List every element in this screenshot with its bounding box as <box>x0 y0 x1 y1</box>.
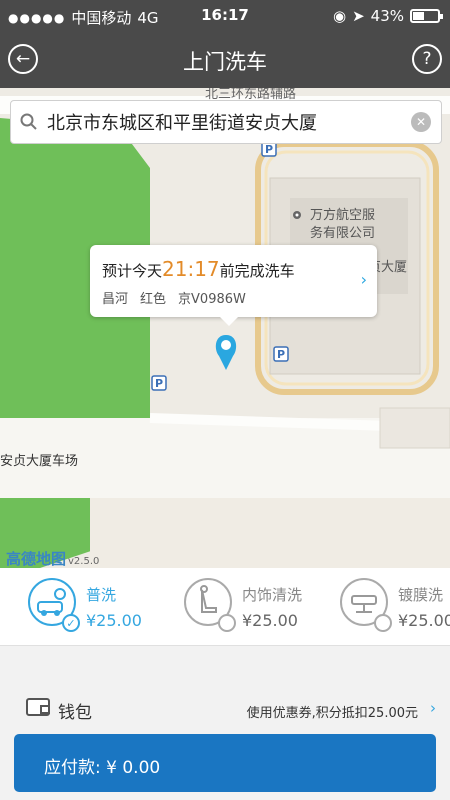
radio-icon <box>218 614 236 632</box>
map-provider-logo: 高德地图 v2.5.0 <box>6 550 100 568</box>
nav-bar: ← 上门洗车 ? <box>0 32 450 88</box>
battery-icon <box>410 9 443 23</box>
building-block <box>379 407 450 449</box>
service-option-interior-clean[interactable]: 内饰清洗 ¥25.00 <box>184 578 344 638</box>
eta-text: 预计今天 21:17 前完成洗车 <box>102 257 295 281</box>
clear-input-icon[interactable]: ✕ <box>411 112 431 132</box>
parking-sign-icon: P <box>151 375 167 391</box>
location-icon: ➤ <box>352 7 365 25</box>
map-version: v2.5.0 <box>68 556 100 567</box>
map-view[interactable]: P P P 北三环东路辅路 万方航空服务有限公司 贞大厦 安贞大厦车场 <box>0 88 450 568</box>
service-option-coating-wash[interactable]: 镀膜洗 ¥25.00 <box>340 578 450 638</box>
service-name: 内饰清洗 <box>242 586 303 604</box>
address-search-box[interactable]: ✕ <box>10 100 442 144</box>
amount-due-label: 应付款: ¥ 0.00 <box>44 758 161 778</box>
coupon-points-text: 使用优惠券,积分抵扣25.00元 <box>246 706 418 721</box>
battery-percent: 43% <box>370 7 404 25</box>
check-icon: ✓ <box>62 614 80 632</box>
wallet-row[interactable]: 钱包 使用优惠券,积分抵扣25.00元 › <box>0 684 450 732</box>
rotation-lock-icon: ◉ <box>332 7 347 25</box>
service-price: ¥25.00 <box>86 611 142 630</box>
car-plate: 京V0986W <box>178 292 246 307</box>
service-name: 镀膜洗 <box>398 586 444 604</box>
service-option-basic-wash[interactable]: ✓ 普洗 ¥25.00 <box>28 578 188 638</box>
service-selector: ✓ 普洗 ¥25.00 内饰清洗 ¥25.00 镀膜洗 ¥25.00 <box>0 568 450 646</box>
service-name: 普洗 <box>86 586 117 604</box>
wallet-label: 钱包 <box>58 703 92 723</box>
address-input[interactable] <box>47 111 411 133</box>
service-price: ¥25.00 <box>242 611 298 630</box>
eta-time: 21:17 <box>162 257 220 281</box>
parking-sign-icon: P <box>261 141 277 157</box>
search-icon <box>11 113 47 131</box>
question-mark-icon: ? <box>422 49 432 69</box>
status-bar: ●●●●● 中国移动 4G 16:17 ◉ ➤ 43% <box>0 0 450 32</box>
payment-bar[interactable]: 应付款: ¥ 0.00 <box>14 734 436 792</box>
help-button[interactable]: ? <box>412 44 442 74</box>
page-title: 上门洗车 <box>183 50 267 74</box>
chevron-right-icon: › <box>430 699 436 717</box>
wallet-icon <box>26 698 50 716</box>
location-pin-icon <box>215 335 237 370</box>
radio-icon <box>374 614 392 632</box>
service-price: ¥25.00 <box>398 611 450 630</box>
chevron-right-icon: › <box>360 270 367 289</box>
parking-lot-label: 安贞大厦车场 <box>0 453 78 469</box>
car-brand: 昌河 <box>102 292 129 307</box>
map-canvas: P P P 北三环东路辅路 万方航空服务有限公司 贞大厦 安贞大厦车场 <box>0 88 450 568</box>
car-info: 昌河 红色 京V0986W <box>102 288 246 307</box>
parking-sign-icon: P <box>273 346 289 362</box>
svg-text:P: P <box>265 143 273 156</box>
order-info-bubble[interactable]: 预计今天 21:17 前完成洗车 昌河 红色 京V0986W › <box>90 245 377 326</box>
svg-text:P: P <box>155 377 163 390</box>
road <box>90 498 450 568</box>
car-color: 红色 <box>140 292 167 307</box>
svg-text:P: P <box>277 348 285 361</box>
